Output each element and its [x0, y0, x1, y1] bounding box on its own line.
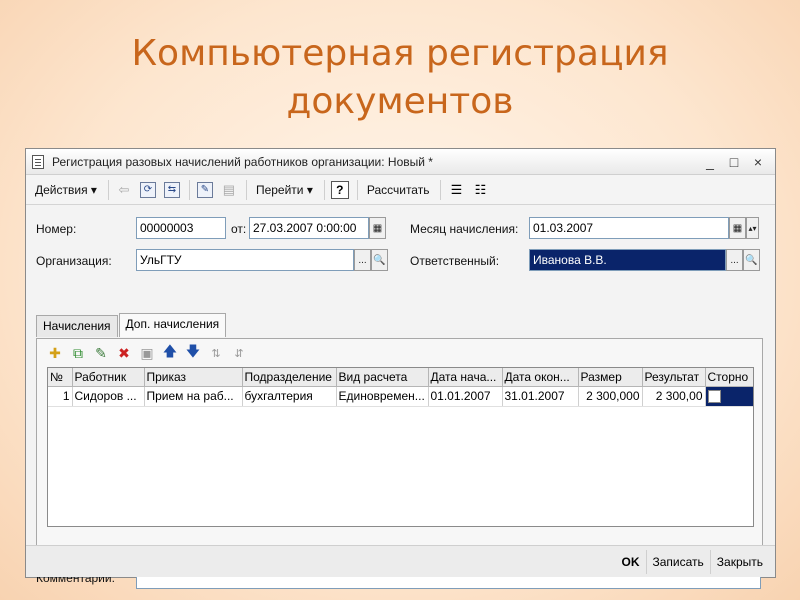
toolbar-separator [245, 179, 247, 200]
document-window: Регистрация разовых начислений работнико… [25, 148, 776, 589]
table-row[interactable]: 1 Сидоров ... Прием на раб... бухгалтери… [48, 386, 753, 407]
cell-size[interactable]: 2 300,000 [578, 386, 643, 407]
close-window-button[interactable]: × [747, 152, 769, 172]
date-field[interactable]: 27.03.2007 0:00:00 [249, 217, 369, 239]
column-header[interactable]: Размер [578, 368, 643, 387]
search-icon[interactable]: 🔍 [743, 249, 760, 271]
column-header[interactable]: Сторно [705, 368, 753, 387]
column-header[interactable]: Вид расчета [336, 368, 429, 387]
slide-title: Компьютерная регистрация документов [0, 30, 800, 126]
delete-row-icon[interactable]: ✖ [114, 343, 134, 363]
transfer-icon[interactable]: ⇆ [161, 179, 183, 201]
number-field[interactable]: 00000003 [136, 217, 226, 239]
toolbar-separator [188, 179, 190, 200]
main-toolbar: Действия ▾ ⇦ ⟳ ⇆ ✎ ▤ Перейти ▾ ? Рассчит… [26, 175, 775, 205]
month-label: Месяц начисления: [410, 222, 519, 236]
spinner-icon[interactable]: ▴▾ [746, 217, 759, 239]
table-view-icon[interactable]: ☰ [445, 179, 467, 201]
tab-extra-accruals[interactable]: Доп. начисления [118, 313, 227, 337]
close-button[interactable]: Закрыть [709, 549, 769, 574]
document-icon [32, 154, 44, 169]
minimize-button[interactable]: _ [699, 152, 721, 172]
back-arrow-icon[interactable]: ⇦ [113, 179, 135, 201]
select-button[interactable]: ... [354, 249, 371, 271]
end-edit-icon[interactable]: ▣ [137, 343, 157, 363]
column-header[interactable]: Дата нача... [428, 368, 503, 387]
cell-employee[interactable]: Сидоров ... [72, 386, 145, 407]
organization-label: Организация: [36, 254, 112, 268]
maximize-button[interactable]: □ [723, 152, 745, 172]
window-footer: OK Записать Закрыть [26, 545, 775, 577]
move-up-icon[interactable]: 🡅 [160, 343, 180, 363]
organization-field[interactable]: УльГТУ [136, 249, 354, 271]
search-icon[interactable]: 🔍 [371, 249, 388, 271]
column-header[interactable]: Приказ [144, 368, 243, 387]
cell-result[interactable]: 2 300,00 [642, 386, 706, 407]
tab-accruals[interactable]: Начисления [36, 315, 118, 337]
cell-department[interactable]: бухгалтерия [242, 386, 337, 407]
slide-title-line2: документов [286, 81, 514, 122]
calendar-icon[interactable]: ▦ [369, 217, 386, 239]
save-button[interactable]: Записать [645, 549, 710, 574]
add-row-icon[interactable]: ✚ [45, 343, 65, 363]
calendar-icon[interactable]: ▦ [729, 217, 746, 239]
document-form: Номер: 00000003 от: 27.03.2007 0:00:00 ▦… [26, 205, 775, 589]
move-down-icon[interactable]: 🡇 [183, 343, 203, 363]
cell-date-start[interactable]: 01.01.2007 [428, 386, 503, 407]
tab-bar: Начисления Доп. начисления [36, 313, 227, 337]
toolbar-separator [356, 179, 358, 200]
date-label: от: [231, 222, 247, 236]
copy-row-icon[interactable]: ⧉ [68, 343, 88, 363]
month-field[interactable]: 01.03.2007 [529, 217, 729, 239]
slide-title-line1: Компьютерная регистрация [131, 33, 669, 74]
ok-button[interactable]: OK [616, 550, 646, 574]
checklist-icon[interactable]: ☷ [469, 179, 491, 201]
refresh-icon[interactable]: ⟳ [137, 179, 159, 201]
number-label: Номер: [36, 222, 77, 236]
toolbar-separator [440, 179, 442, 200]
responsible-field[interactable]: Иванова В.В. [529, 249, 726, 271]
accruals-table: № Работник Приказ Подразделение Вид расч… [47, 367, 754, 527]
sort-asc-icon[interactable]: ⇅ [206, 343, 226, 363]
cell-date-end[interactable]: 31.01.2007 [502, 386, 579, 407]
tab-panel: ✚ ⧉ ✎ ✖ ▣ 🡅 🡇 ⇅ ⇵ № Работник Приказ Подр… [36, 338, 763, 562]
calculate-button[interactable]: Рассчитать [362, 179, 435, 201]
table-header-row: № Работник Приказ Подразделение Вид расч… [48, 368, 753, 387]
column-header[interactable]: Дата окон... [502, 368, 579, 387]
select-button[interactable]: ... [726, 249, 743, 271]
post-document-icon[interactable]: ✎ [194, 179, 216, 201]
toolbar-separator [107, 179, 109, 200]
column-header[interactable]: Работник [72, 368, 145, 387]
window-title: Регистрация разовых начислений работнико… [52, 154, 433, 169]
column-header[interactable]: № [48, 368, 73, 387]
window-titlebar[interactable]: Регистрация разовых начислений работнико… [26, 149, 775, 175]
column-header[interactable]: Результат [642, 368, 706, 387]
actions-menu-button[interactable]: Действия ▾ [30, 179, 102, 201]
row-number: 1 [48, 386, 73, 407]
cell-calc-type[interactable]: Единовремен... [336, 386, 429, 407]
sort-desc-icon[interactable]: ⇵ [229, 343, 249, 363]
toolbar-separator [323, 179, 325, 200]
table-toolbar: ✚ ⧉ ✎ ✖ ▣ 🡅 🡇 ⇅ ⇵ [37, 339, 762, 367]
goto-menu-button[interactable]: Перейти ▾ [251, 179, 318, 201]
edit-row-icon[interactable]: ✎ [91, 343, 111, 363]
cell-order[interactable]: Прием на раб... [144, 386, 243, 407]
storno-checkbox[interactable] [707, 390, 721, 404]
column-header[interactable]: Подразделение [242, 368, 337, 387]
cell-storno[interactable] [705, 386, 753, 407]
unpost-document-icon[interactable]: ▤ [218, 179, 240, 201]
responsible-label: Ответственный: [410, 254, 500, 268]
help-button[interactable]: ? [329, 179, 351, 201]
